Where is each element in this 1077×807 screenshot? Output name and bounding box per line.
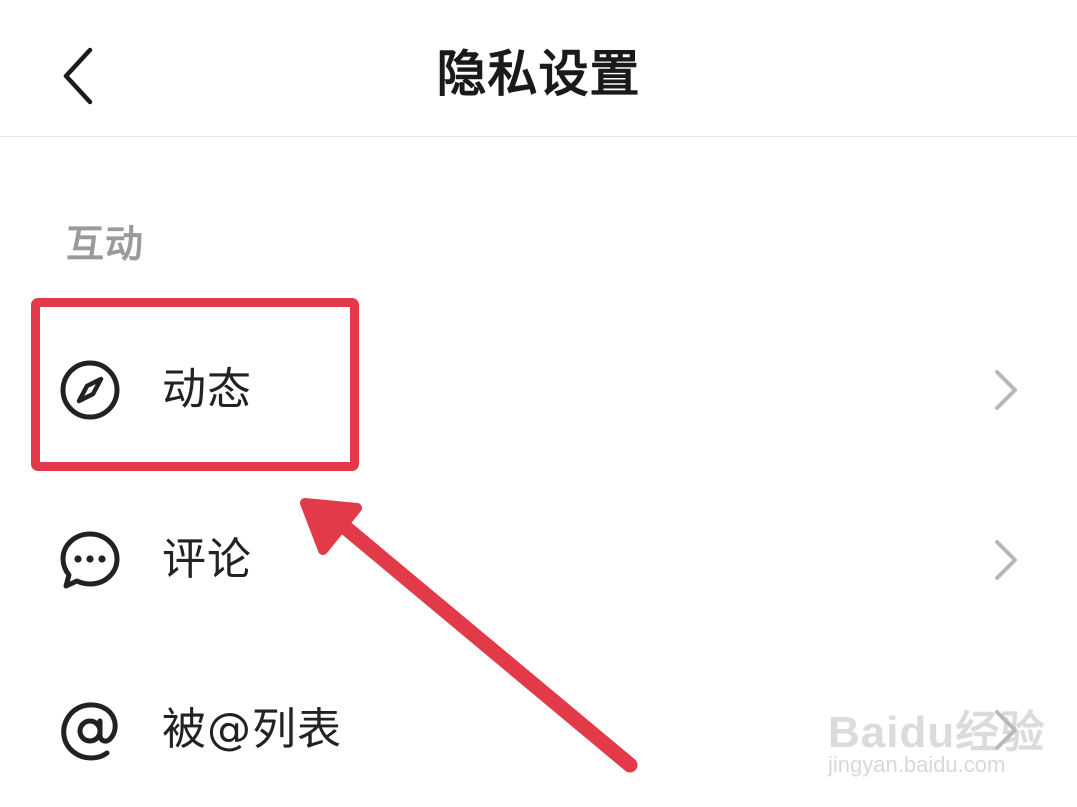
at-sign-icon (61, 702, 118, 761)
chat-bubble-icon (60, 531, 120, 589)
compass-icon (60, 360, 120, 420)
top-bar: 隐私设置 (0, 0, 1077, 137)
page-title: 隐私设置 (436, 45, 641, 103)
settings-row-label: 评论 (162, 534, 252, 585)
chevron-right-icon (995, 710, 1017, 750)
section-title: 互动 (66, 222, 145, 266)
settings-row-comments[interactable]: 评论 (0, 478, 1077, 638)
settings-row-label: 动态 (162, 364, 252, 415)
chevron-right-icon (995, 370, 1017, 410)
settings-row-label: 被@列表 (162, 704, 342, 755)
settings-row-mentions[interactable]: 被@列表 (0, 646, 1077, 806)
chevron-right-icon (995, 540, 1017, 580)
settings-row-moments[interactable]: 动态 (0, 310, 1077, 470)
